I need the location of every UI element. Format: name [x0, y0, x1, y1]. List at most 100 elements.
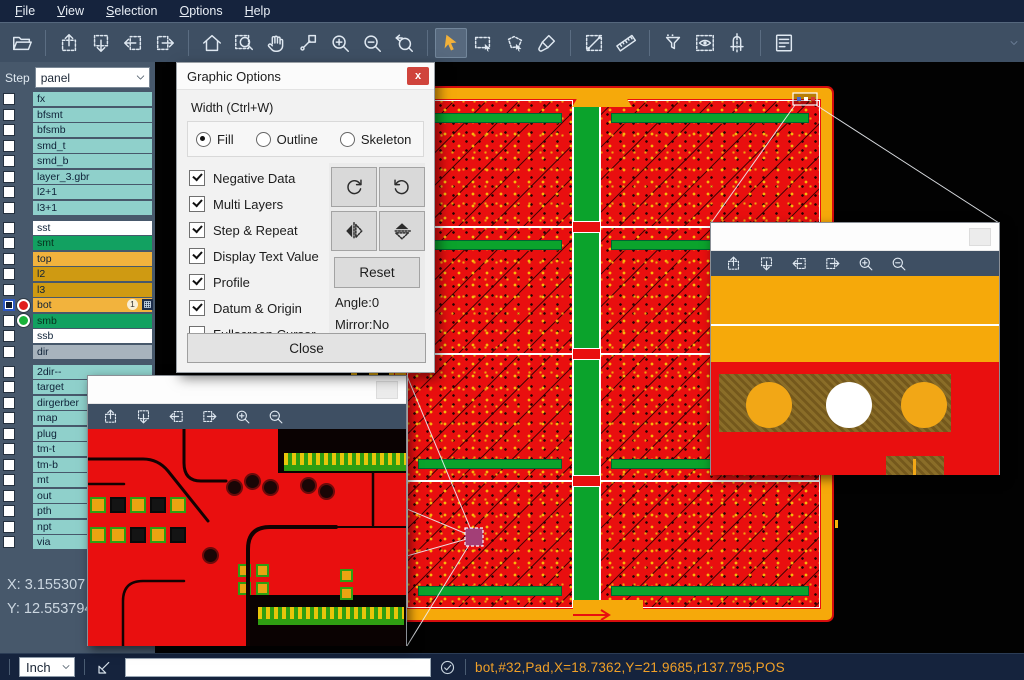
menu-view[interactable]: View: [46, 0, 95, 22]
layer-name[interactable]: l2: [33, 267, 152, 281]
display-options-button[interactable]: [689, 28, 721, 58]
reset-button[interactable]: Reset: [334, 257, 420, 288]
layer-name[interactable]: layer_3.gbr: [33, 170, 152, 184]
layer-name[interactable]: l2+1: [33, 185, 152, 199]
layer-row-dir[interactable]: dir: [0, 345, 155, 359]
shift-up-button[interactable]: [53, 28, 85, 58]
layer-name[interactable]: bfsmt: [33, 108, 152, 122]
select-rectangle-button[interactable]: [467, 28, 499, 58]
move-view-button[interactable]: [292, 28, 324, 58]
layer-row-bfsmb[interactable]: bfsmb: [0, 123, 155, 137]
magnifier-content[interactable]: [711, 276, 999, 475]
layer-checkbox[interactable]: [3, 366, 15, 378]
layer-row-smd_t[interactable]: smd_t: [0, 139, 155, 153]
zoom-in-button[interactable]: [324, 28, 356, 58]
menu-file[interactable]: File: [4, 0, 46, 22]
graphic-options-dialog[interactable]: Graphic Options x Width (Ctrl+W) FillOut…: [176, 62, 435, 373]
layer-checkbox[interactable]: [3, 186, 15, 198]
close-button[interactable]: Close: [187, 333, 426, 363]
unit-select[interactable]: Inch: [19, 657, 75, 677]
shift-right-button[interactable]: [822, 254, 842, 274]
checkbox-datum-origin[interactable]: Datum & Origin: [189, 295, 319, 321]
layer-name[interactable]: fx: [33, 92, 152, 106]
rotate-cw-button[interactable]: [331, 167, 377, 207]
menu-help[interactable]: Help: [234, 0, 282, 22]
layer-name[interactable]: l3: [33, 283, 152, 297]
zoom-window-button[interactable]: [228, 28, 260, 58]
command-input[interactable]: [125, 658, 431, 677]
menu-options[interactable]: Options: [168, 0, 233, 22]
layer-checkbox[interactable]: [3, 109, 15, 121]
layer-checkbox[interactable]: [3, 268, 15, 280]
shift-left-button[interactable]: [789, 254, 809, 274]
step-select[interactable]: panel: [35, 67, 150, 88]
layer-checkbox[interactable]: [3, 330, 15, 342]
layer-checkbox[interactable]: [3, 443, 15, 455]
layer-checkbox[interactable]: [3, 381, 15, 393]
layer-name[interactable]: bfsmb: [33, 123, 152, 137]
clear-brush-button[interactable]: [531, 28, 563, 58]
checkbox-display-text-value[interactable]: Display Text Value: [189, 243, 319, 269]
layer-name[interactable]: smt: [33, 236, 152, 250]
zoom-previous-button[interactable]: [388, 28, 420, 58]
layer-name[interactable]: top: [33, 252, 152, 266]
magnifier-content[interactable]: [88, 429, 406, 646]
magnifier-titlebar[interactable]: [88, 376, 406, 404]
close-icon[interactable]: x: [407, 67, 429, 85]
layer-checkbox[interactable]: [3, 521, 15, 533]
checkbox-step-repeat[interactable]: Step & Repeat: [189, 217, 319, 243]
checkbox-negative-data[interactable]: Negative Data: [189, 165, 319, 191]
layer-checkbox[interactable]: [3, 93, 15, 105]
rotate-ccw-button[interactable]: [379, 167, 425, 207]
layer-checkbox[interactable]: [3, 253, 15, 265]
layer-checkbox[interactable]: [3, 124, 15, 136]
magnifier-titlebar[interactable]: [711, 223, 999, 251]
layer-checkbox[interactable]: [3, 474, 15, 486]
fit-view-button[interactable]: [196, 28, 228, 58]
angle-icon[interactable]: [96, 658, 114, 676]
layer-name[interactable]: smd_t: [33, 139, 152, 153]
shift-down-button[interactable]: [85, 28, 117, 58]
layer-row-smb[interactable]: smb: [0, 314, 155, 328]
layer-checkbox[interactable]: [3, 202, 15, 214]
magnifier-window-right[interactable]: [710, 222, 1000, 475]
layer-checkbox[interactable]: [3, 222, 15, 234]
layer-checkbox[interactable]: [3, 315, 15, 327]
layer-checkbox[interactable]: [3, 412, 15, 424]
layer-name[interactable]: sst: [33, 221, 152, 235]
layer-name[interactable]: ssb: [33, 329, 152, 343]
popup-close-button[interactable]: [376, 381, 398, 399]
apply-icon[interactable]: [439, 659, 456, 676]
layer-row-bfsmt[interactable]: bfsmt: [0, 108, 155, 122]
layer-name[interactable]: smd_b: [33, 154, 152, 168]
shift-left-button[interactable]: [117, 28, 149, 58]
filter-button[interactable]: [657, 28, 689, 58]
zoom-out-button[interactable]: [265, 407, 285, 427]
layer-checkbox[interactable]: [3, 155, 15, 167]
layer-row-layer_3.gbr[interactable]: layer_3.gbr: [0, 170, 155, 184]
layer-name[interactable]: dir: [33, 345, 152, 359]
flip-horizontal-button[interactable]: [331, 211, 377, 251]
select-cursor-button[interactable]: [435, 28, 467, 58]
flip-vertical-button[interactable]: [379, 211, 425, 251]
layer-row-smd_b[interactable]: smd_b: [0, 154, 155, 168]
layer-checkbox[interactable]: [3, 459, 15, 471]
layer-checkbox[interactable]: [3, 397, 15, 409]
layer-row-l2[interactable]: l2: [0, 267, 155, 281]
layer-row-top[interactable]: top: [0, 252, 155, 266]
measure-distance-button[interactable]: [578, 28, 610, 58]
checkbox-profile[interactable]: Profile: [189, 269, 319, 295]
layer-checkbox[interactable]: [3, 505, 15, 517]
radio-fill[interactable]: Fill: [196, 132, 234, 147]
layer-row-l3+1[interactable]: l3+1: [0, 201, 155, 215]
radio-outline[interactable]: Outline: [256, 132, 318, 147]
layer-row-ssb[interactable]: ssb: [0, 329, 155, 343]
layer-checkbox[interactable]: [3, 237, 15, 249]
select-polygon-button[interactable]: [499, 28, 531, 58]
layer-row-smt[interactable]: smt: [0, 236, 155, 250]
layer-checkbox[interactable]: [3, 299, 15, 311]
shift-right-button[interactable]: [149, 28, 181, 58]
layer-name[interactable]: smb: [33, 314, 152, 328]
checkbox-multi-layers[interactable]: Multi Layers: [189, 191, 319, 217]
layer-checkbox[interactable]: [3, 490, 15, 502]
